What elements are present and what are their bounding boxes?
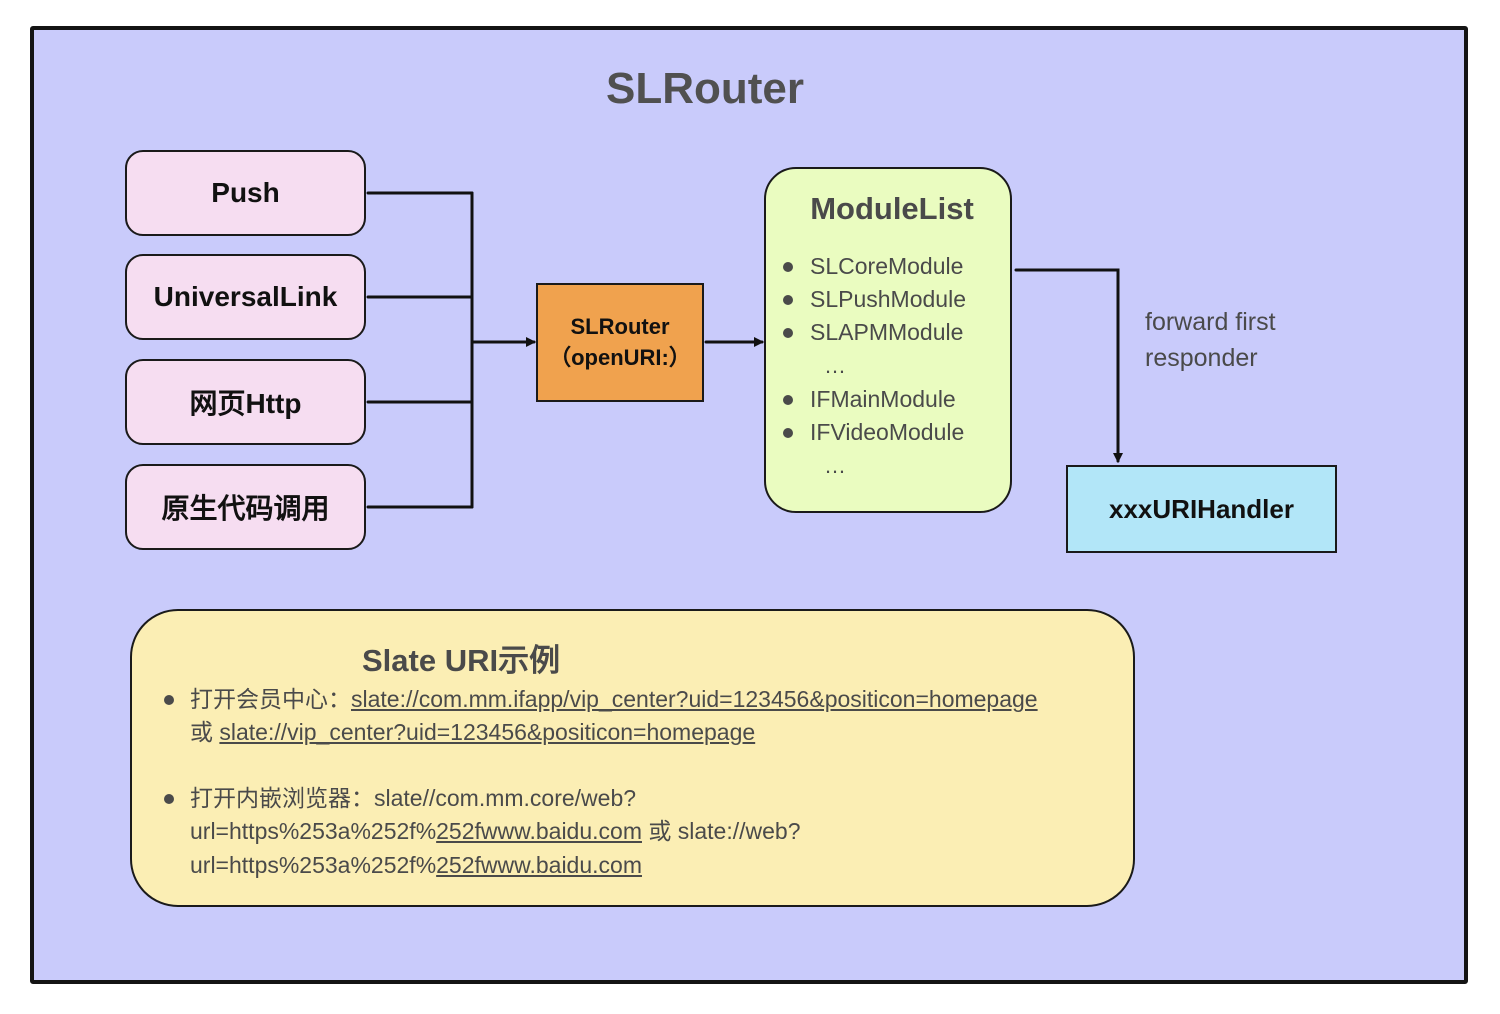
handler-box: xxxURIHandler — [1066, 465, 1337, 553]
source-push: Push — [125, 150, 366, 236]
example-item-1-line-1: 打开会员中心：slate://com.mm.ifapp/vip_center?u… — [190, 682, 1038, 716]
arrow-to-handler — [1014, 268, 1123, 463]
router-box: SLRouter （openURI:） — [536, 283, 704, 402]
example-2-url-link-2[interactable]: 252fwww.baidu.com — [436, 852, 642, 878]
module-item-ifvideo: IFVideoModule — [810, 419, 965, 445]
example-item-2-line-2: url=https%253a%252f%252fwww.baidu.com 或 … — [190, 814, 801, 848]
source-universallink: UniversalLink — [125, 254, 366, 340]
module-list-box: ModuleList SLCoreModule SLPushModule SLA… — [764, 167, 1012, 513]
bullet-icon — [164, 794, 174, 804]
module-list-ellipsis: … — [824, 353, 846, 378]
module-item-slcore: SLCoreModule — [810, 253, 964, 279]
example-2-or-tail: 或 slate://web? — [641, 818, 801, 844]
example-2-url-plain-2: url=https%253a%252f% — [190, 852, 437, 878]
bullet-icon — [783, 328, 793, 338]
module-list-ellipsis-2: … — [824, 453, 846, 478]
example-box: Slate URI示例 打开会员中心：slate://com.mm.ifapp/… — [130, 609, 1135, 907]
bullet-icon — [164, 695, 174, 705]
bullet-icon — [783, 428, 793, 438]
example-1-link-1[interactable]: slate://com.mm.ifapp/vip_center?uid=1234… — [351, 686, 1038, 712]
example-item-2-line-3: url=https%253a%252f%252fwww.baidu.com — [190, 848, 642, 882]
bullet-icon — [783, 395, 793, 405]
example-1-or: 或 — [190, 719, 220, 745]
module-item-slpush: SLPushModule — [810, 286, 966, 312]
example-1-prefix: 打开会员中心： — [190, 686, 351, 712]
module-item-ifmain: IFMainModule — [810, 386, 956, 412]
module-list-title: ModuleList — [810, 191, 974, 226]
source-native-call: 原生代码调用 — [125, 464, 366, 550]
example-1-link-2[interactable]: slate://vip_center?uid=123456&positicon=… — [219, 719, 755, 745]
router-name: SLRouter — [570, 313, 670, 339]
example-title: Slate URI示例 — [362, 643, 561, 678]
example-item-2-line-1: 打开内嵌浏览器：slate//com.mm.core/web? — [190, 785, 637, 811]
forward-label: forward first responder — [1145, 308, 1276, 372]
source-web-http: 网页Http — [125, 359, 366, 445]
bullet-icon — [783, 262, 793, 272]
example-2-url-plain: url=https%253a%252f% — [190, 818, 437, 844]
example-2-url-link[interactable]: 252fwww.baidu.com — [436, 818, 642, 844]
bullet-icon — [783, 295, 793, 305]
module-item-slapm: SLAPMModule — [810, 319, 964, 345]
example-item-1-line-2: 或 slate://vip_center?uid=123456&positico… — [190, 715, 755, 749]
router-method: （openURI:） — [549, 344, 691, 370]
